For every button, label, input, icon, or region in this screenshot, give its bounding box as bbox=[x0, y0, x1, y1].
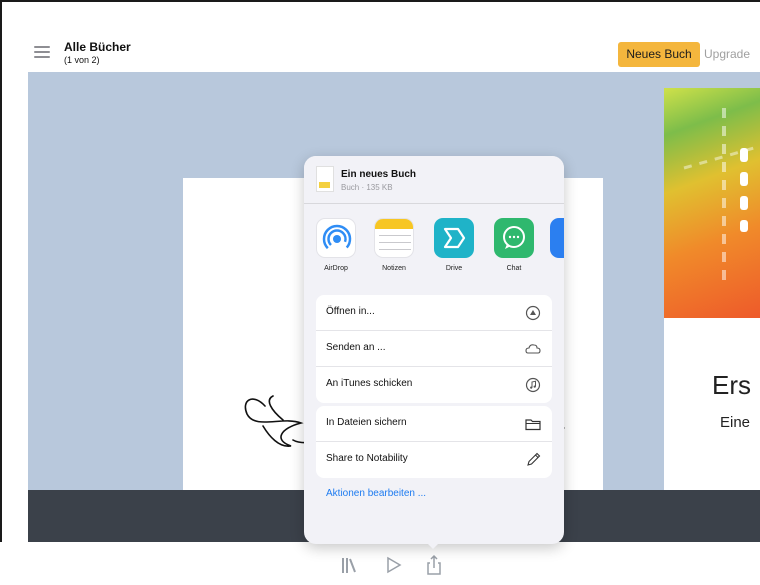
app-label: AirDrop bbox=[324, 265, 348, 272]
cloud-icon bbox=[524, 340, 542, 358]
file-name: Ein neues Buch bbox=[341, 169, 417, 180]
share-to-notability-row[interactable]: Share to Notability bbox=[316, 442, 552, 478]
notes-icon bbox=[374, 218, 414, 258]
popover-arrow bbox=[424, 540, 442, 549]
page-title: Alle Bücher bbox=[64, 40, 131, 54]
row-label: Share to Notability bbox=[326, 453, 408, 464]
app-label: Notizen bbox=[382, 265, 406, 272]
open-in-row[interactable]: Öffnen in... bbox=[316, 295, 552, 331]
app-airdrop[interactable]: AirDrop bbox=[312, 218, 360, 272]
folder-icon bbox=[524, 415, 542, 433]
send-to-row[interactable]: Senden an ... bbox=[316, 331, 552, 367]
row-label: Öffnen in... bbox=[326, 306, 375, 317]
drive-icon bbox=[434, 218, 474, 258]
app-partial[interactable]: No bbox=[546, 218, 564, 272]
share-sheet: Ein neues Buch Buch · 135 KB AirDrop Not… bbox=[304, 156, 564, 544]
app-drive[interactable]: Drive bbox=[430, 218, 478, 272]
row-label: Senden an ... bbox=[326, 342, 386, 353]
app-label: Chat bbox=[506, 265, 522, 272]
book-subtitle-fragment: Eine bbox=[720, 414, 751, 431]
edit-actions-link[interactable]: Aktionen bearbeiten ... bbox=[326, 488, 426, 499]
row-label: In Dateien sichern bbox=[326, 417, 407, 428]
app-notes[interactable]: Notizen bbox=[370, 218, 418, 272]
file-meta: Buch · 135 KB bbox=[341, 183, 393, 192]
top-bar: Alle Bücher (1 von 2) Neues Buch Upgrade bbox=[14, 28, 760, 72]
play-icon[interactable] bbox=[382, 554, 404, 576]
page-count: (1 von 2) bbox=[64, 55, 100, 65]
app-icon bbox=[550, 218, 564, 258]
book-cover-image bbox=[664, 88, 760, 318]
library-icon[interactable] bbox=[339, 554, 361, 576]
upgrade-button[interactable]: Upgrade bbox=[704, 42, 750, 67]
pencil-icon bbox=[524, 451, 542, 469]
new-book-button[interactable]: Neues Buch bbox=[618, 42, 700, 67]
file-thumbnail bbox=[316, 166, 334, 192]
share-icon[interactable] bbox=[423, 554, 445, 576]
book-thumbnail[interactable]: Ers Eine bbox=[664, 88, 760, 490]
itunes-row[interactable]: An iTunes schicken bbox=[316, 367, 552, 403]
share-apps-row: AirDrop Notizen Drive Chat No bbox=[304, 212, 564, 282]
bottom-toolbar bbox=[0, 542, 760, 585]
airdrop-icon bbox=[316, 218, 356, 258]
share-actions-group-2: In Dateien sichern Share to Notability bbox=[316, 406, 552, 478]
open-in-icon bbox=[524, 304, 542, 322]
chat-icon bbox=[494, 218, 534, 258]
book-title-fragment: Ers bbox=[712, 370, 751, 400]
share-sheet-header: Ein neues Buch Buch · 135 KB bbox=[304, 156, 564, 204]
save-to-files-row[interactable]: In Dateien sichern bbox=[316, 406, 552, 442]
app-chat[interactable]: Chat bbox=[490, 218, 538, 272]
share-actions-group-1: Öffnen in... Senden an ... An iTunes sch… bbox=[316, 295, 552, 403]
app-label: No bbox=[546, 265, 564, 272]
hamburger-menu-icon[interactable] bbox=[34, 46, 50, 58]
music-icon bbox=[524, 376, 542, 394]
row-label: An iTunes schicken bbox=[326, 378, 413, 389]
app-label: Drive bbox=[445, 265, 463, 272]
